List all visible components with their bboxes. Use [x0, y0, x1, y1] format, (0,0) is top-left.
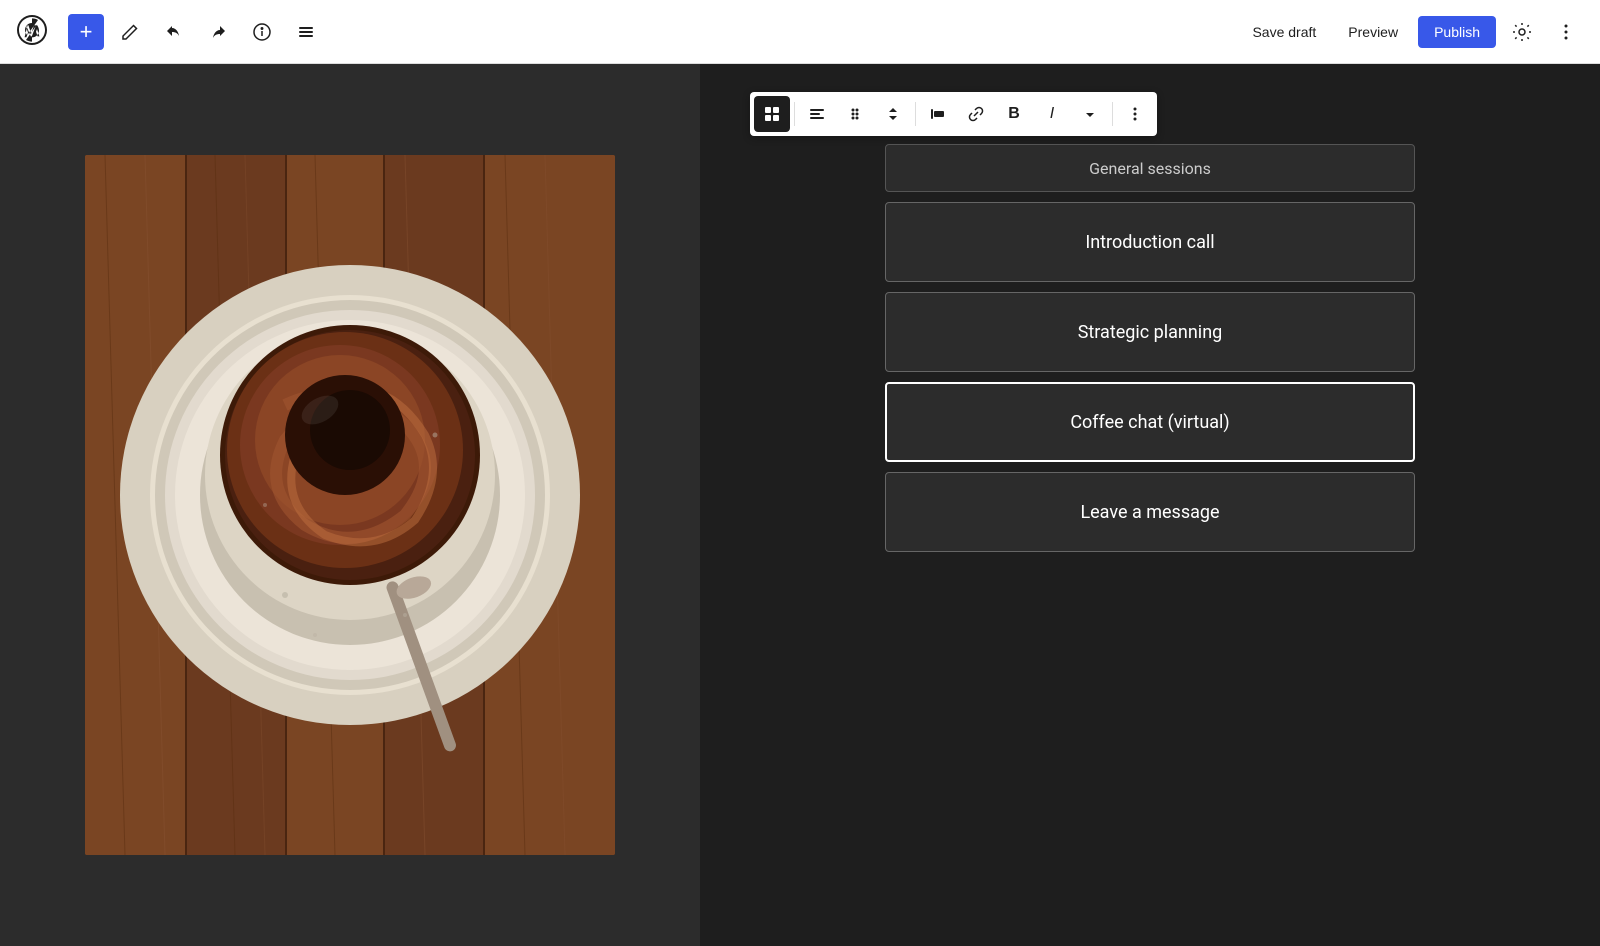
- publish-button[interactable]: Publish: [1418, 16, 1496, 48]
- link-button[interactable]: [958, 96, 994, 132]
- block-toolbar: B I: [750, 92, 1157, 136]
- right-panel: B I General sessions: [700, 64, 1600, 946]
- introduction-call-button[interactable]: Introduction call: [885, 202, 1415, 282]
- toolbar-divider-3: [1112, 102, 1113, 126]
- more-formatting-button[interactable]: [1072, 96, 1108, 132]
- text-align-button[interactable]: [799, 96, 835, 132]
- edit-tool-button[interactable]: [112, 14, 148, 50]
- align-left-button[interactable]: [920, 96, 956, 132]
- block-view-button[interactable]: [754, 96, 790, 132]
- add-block-button[interactable]: +: [68, 14, 104, 50]
- topbar-right: Save draft Preview Publish: [1240, 14, 1584, 50]
- info-button[interactable]: [244, 14, 280, 50]
- left-panel: [0, 64, 700, 946]
- leave-message-button[interactable]: Leave a message: [885, 472, 1415, 552]
- general-sessions-label: General sessions: [1089, 159, 1211, 178]
- topbar: + Save draft Preview Publish: [0, 0, 1600, 64]
- main-content: B I General sessions: [0, 64, 1600, 946]
- coffee-chat-button[interactable]: Coffee chat (virtual): [885, 382, 1415, 462]
- toolbar-divider-2: [915, 102, 916, 126]
- strategic-planning-button[interactable]: Strategic planning: [885, 292, 1415, 372]
- toolbar-divider-1: [794, 102, 795, 126]
- buttons-container: General sessions Introduction call Strat…: [885, 144, 1415, 552]
- preview-button[interactable]: Preview: [1336, 16, 1410, 48]
- settings-icon[interactable]: [1504, 14, 1540, 50]
- redo-button[interactable]: [200, 14, 236, 50]
- more-options-icon[interactable]: [1548, 14, 1584, 50]
- bold-button[interactable]: B: [996, 96, 1032, 132]
- general-sessions-block: General sessions: [885, 144, 1415, 192]
- list-view-button[interactable]: [288, 14, 324, 50]
- wordpress-logo[interactable]: [16, 14, 52, 50]
- undo-button[interactable]: [156, 14, 192, 50]
- block-options-button[interactable]: [1117, 96, 1153, 132]
- coffee-image: [85, 155, 615, 855]
- move-updown-button[interactable]: [875, 96, 911, 132]
- italic-button[interactable]: I: [1034, 96, 1070, 132]
- drag-handle-button[interactable]: [837, 96, 873, 132]
- save-draft-button[interactable]: Save draft: [1240, 16, 1328, 48]
